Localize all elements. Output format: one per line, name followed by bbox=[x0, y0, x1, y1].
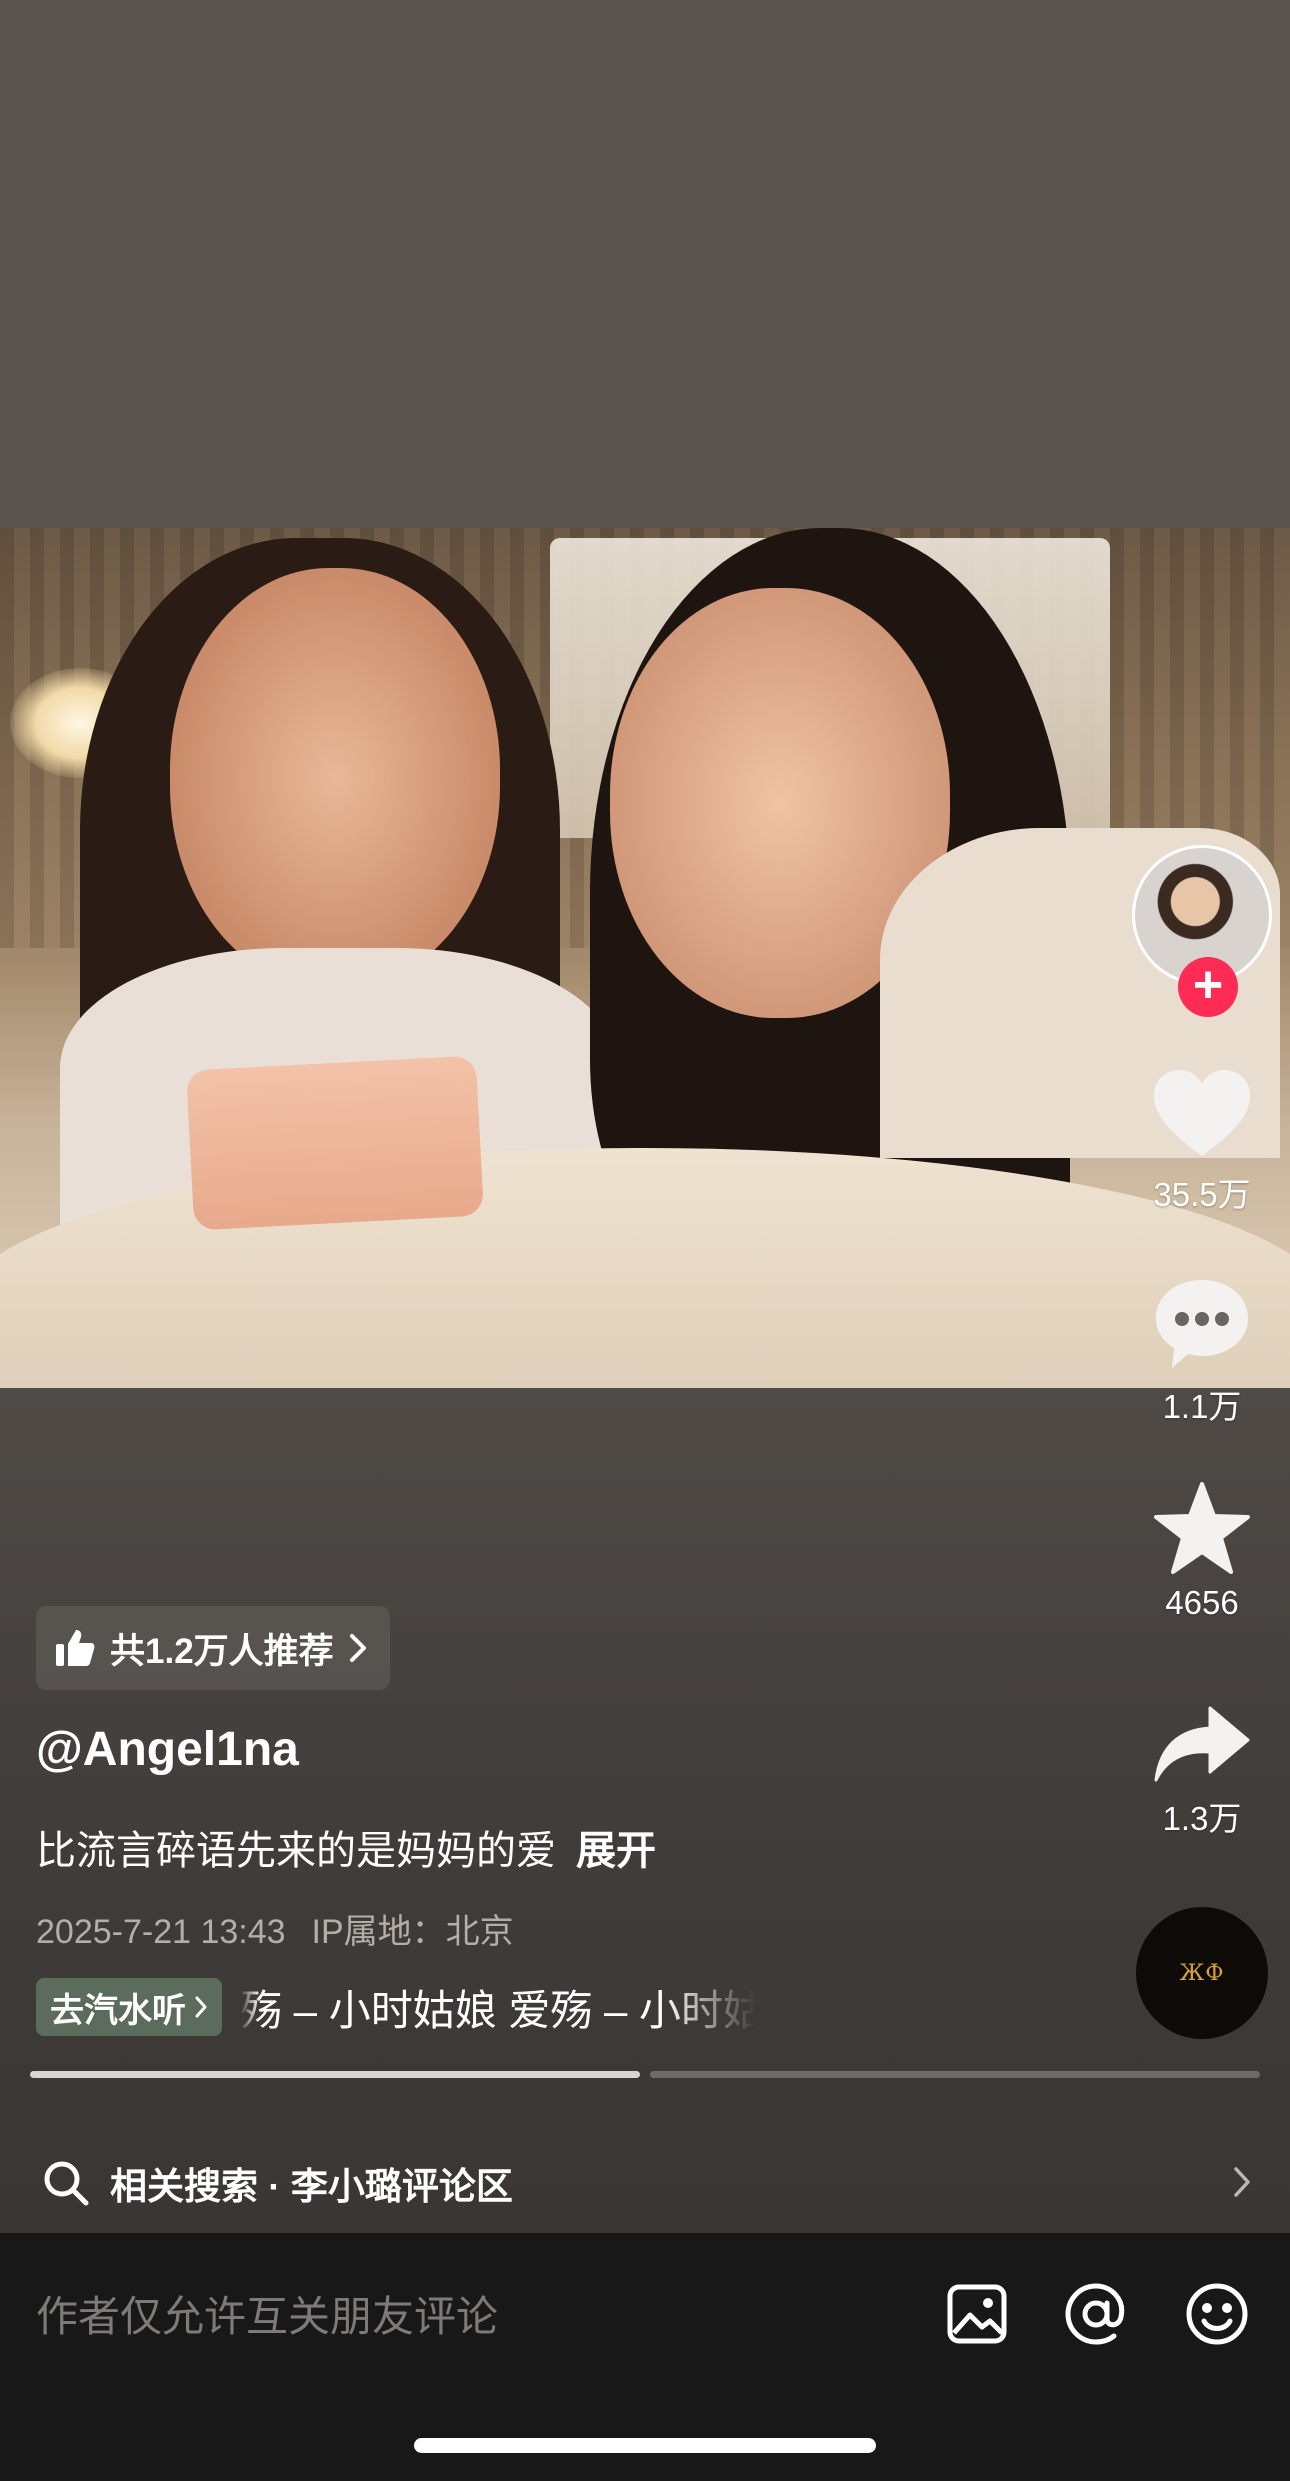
post-meta: 2025-7-21 13:43 IP属地：北京 bbox=[36, 1904, 514, 1953]
follow-button[interactable]: + bbox=[1178, 957, 1238, 1017]
emoji-icon[interactable] bbox=[1184, 2281, 1250, 2347]
top-background bbox=[0, 0, 1290, 528]
description-text: 比流言碎语先来的是妈妈的爱 bbox=[36, 1829, 556, 1873]
recommend-pill[interactable]: 共1.2万人推荐 bbox=[36, 1606, 390, 1690]
comment-input[interactable]: 作者仅允许互关朋友评论 bbox=[36, 2283, 498, 2344]
share-count: 1.3万 bbox=[1162, 1800, 1242, 1837]
comment-action[interactable]: 1.1万 bbox=[1132, 1276, 1272, 1428]
at-icon[interactable] bbox=[1063, 2281, 1129, 2347]
related-search-label: 相关搜索 · 李小璐评论区 bbox=[110, 2166, 513, 2207]
share-action[interactable]: 1.3万 bbox=[1132, 1704, 1272, 1840]
home-indicator[interactable] bbox=[414, 2438, 876, 2453]
thumbs-up-icon bbox=[56, 1630, 95, 1666]
video-child-face bbox=[170, 568, 500, 988]
favorite-action[interactable]: 4656 bbox=[1132, 1480, 1272, 1622]
like-count: 35.5万 bbox=[1153, 1176, 1251, 1213]
music-title-marquee: 殇 – 小时姑娘 爱殇 – 小时姑娘 bbox=[240, 1986, 756, 2034]
progress-segment-current[interactable] bbox=[30, 2071, 640, 2078]
progress-segment-next[interactable] bbox=[650, 2071, 1260, 2078]
like-action[interactable]: 35.5万 bbox=[1132, 1068, 1272, 1216]
lower-background bbox=[0, 1388, 1290, 2233]
chevron-right-icon bbox=[195, 1996, 207, 2018]
comment-icon[interactable] bbox=[1152, 1276, 1252, 1372]
qishui-label: 去汽水听 bbox=[50, 1991, 186, 2030]
music-row[interactable]: 去汽水听 殇 – 小时姑娘 爱殇 – 小时姑娘 bbox=[36, 1976, 756, 2038]
video-phone bbox=[186, 1055, 484, 1231]
heart-icon[interactable] bbox=[1152, 1068, 1252, 1160]
image-icon[interactable] bbox=[944, 2281, 1010, 2347]
author-avatar-group[interactable]: + bbox=[1132, 845, 1272, 1017]
ip-location: IP属地：北京 bbox=[311, 1913, 514, 1951]
author-name[interactable]: @Angel1na bbox=[36, 1722, 299, 1777]
recommend-text: 共1.2万人推荐 bbox=[110, 1631, 334, 1671]
share-icon[interactable] bbox=[1152, 1704, 1252, 1784]
related-search-bar[interactable]: 相关搜索 · 李小璐评论区 bbox=[0, 2133, 1290, 2233]
video-frame[interactable] bbox=[0, 528, 1290, 1388]
music-disc-logo: ЖФ bbox=[1179, 1960, 1225, 1986]
chevron-right-icon bbox=[349, 1634, 366, 1662]
post-description: 比流言碎语先来的是妈妈的爱 展开 bbox=[36, 1818, 656, 1876]
search-icon bbox=[44, 2161, 89, 2206]
chevron-right-icon bbox=[1234, 2167, 1250, 2197]
expand-button[interactable]: 展开 bbox=[576, 1829, 656, 1873]
comment-count: 1.1万 bbox=[1162, 1388, 1242, 1425]
qishui-button[interactable]: 去汽水听 bbox=[36, 1978, 222, 2036]
music-disc[interactable]: ЖФ bbox=[1136, 1907, 1268, 2039]
post-date: 2025-7-21 13:43 bbox=[36, 1913, 286, 1951]
favorite-count: 4656 bbox=[1165, 1584, 1239, 1621]
star-icon[interactable] bbox=[1152, 1480, 1252, 1576]
